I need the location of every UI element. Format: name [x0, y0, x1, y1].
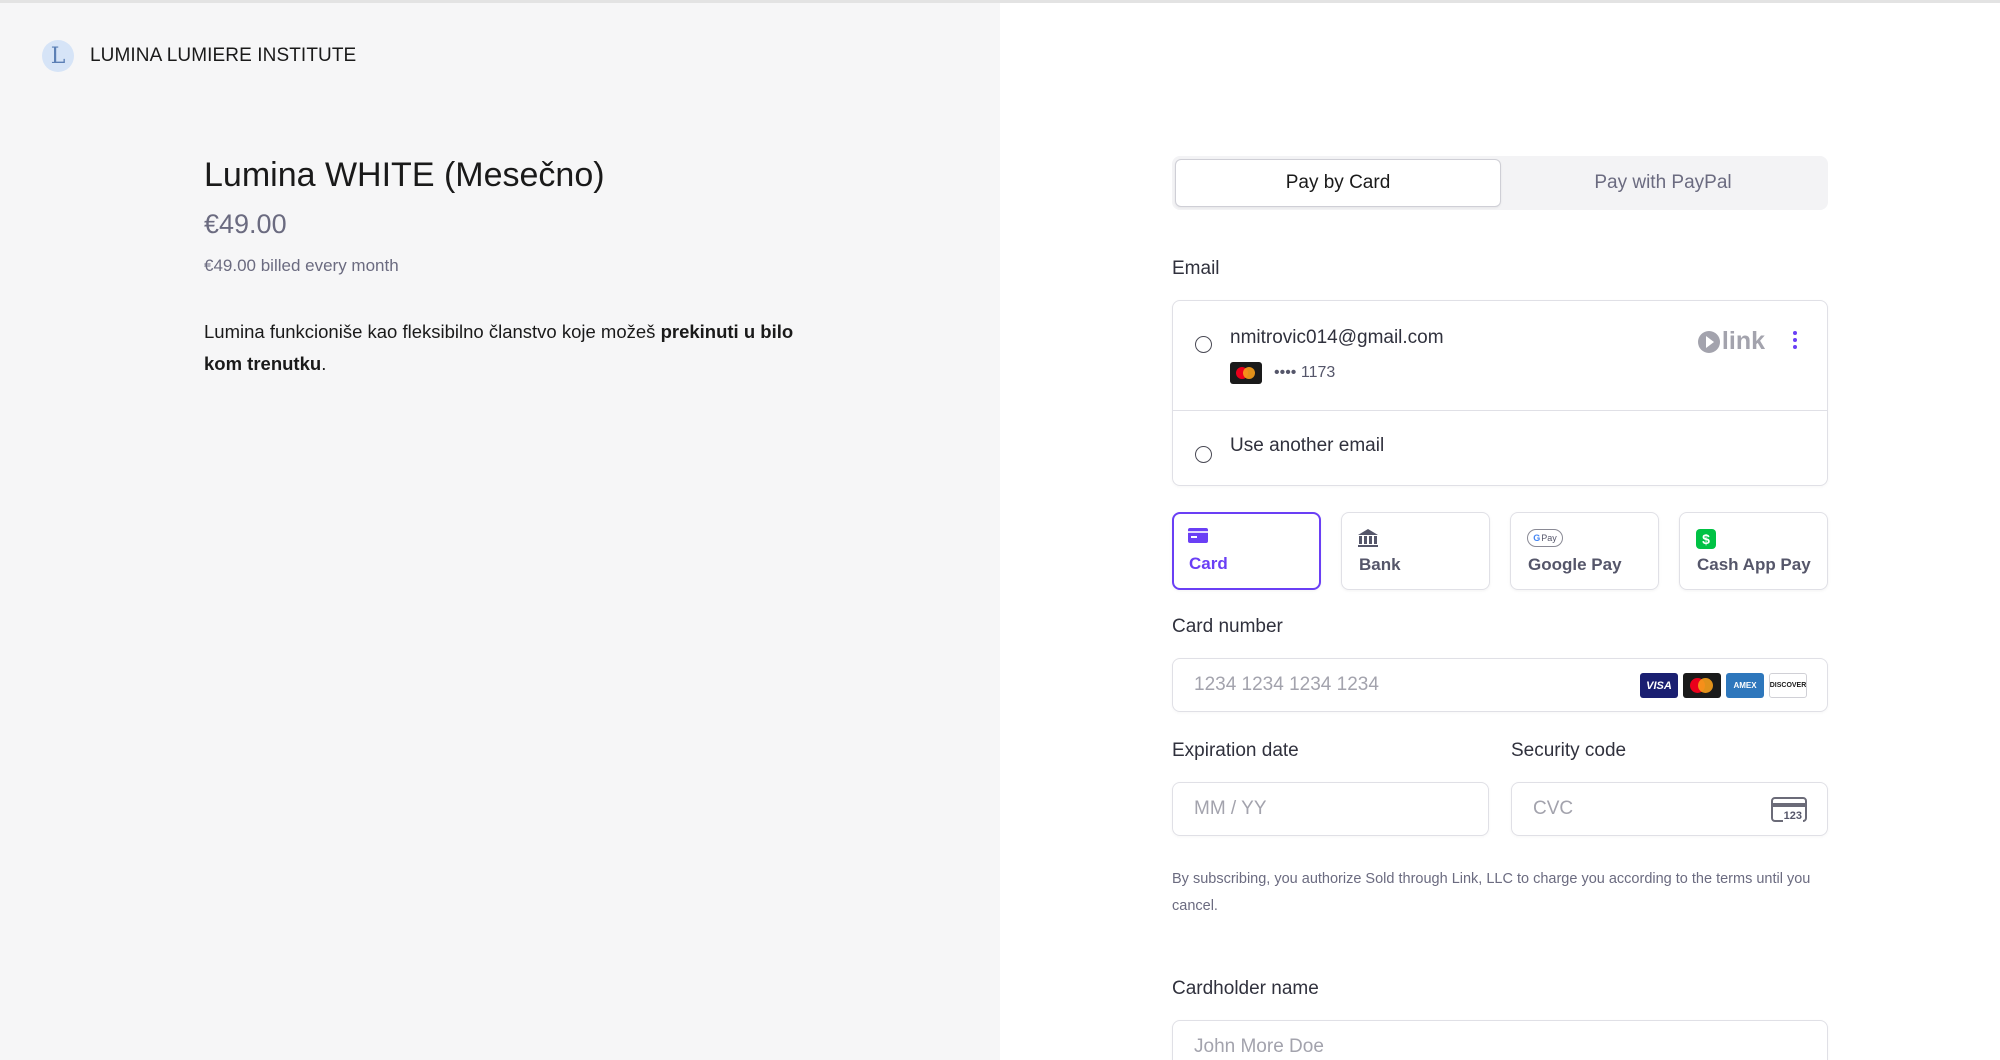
brand-name: LUMINA LUMIERE INSTITUTE — [90, 45, 357, 66]
method-bank[interactable]: Bank — [1341, 512, 1490, 590]
expiry-field — [1172, 782, 1489, 836]
billing-interval: €49.00 billed every month — [204, 256, 399, 275]
tab-pay-with-paypal[interactable]: Pay with PayPal — [1501, 159, 1825, 207]
expiry-column: Expiration date — [1172, 740, 1489, 836]
more-options-icon[interactable] — [1793, 331, 1797, 349]
visa-icon: VISA — [1640, 673, 1678, 698]
payment-form: Pay by Card Pay with PayPal Email nmitro… — [1172, 156, 1828, 1060]
method-bank-label: Bank — [1359, 555, 1401, 574]
payment-panel: Pay by Card Pay with PayPal Email nmitro… — [1000, 0, 2000, 1060]
product-title: Lumina WHITE (Mesečno) — [204, 156, 605, 194]
brand-logo: L — [42, 40, 74, 72]
cardholder-name-field — [1172, 1020, 1828, 1060]
cash-app-icon: $ — [1696, 529, 1716, 549]
method-google-pay-label: Google Pay — [1528, 555, 1622, 574]
link-logo: link — [1697, 327, 1765, 356]
product-description: Lumina funkcioniše kao fleksibilno člans… — [204, 321, 794, 374]
card-brands: VISA AMEX DISCOVER — [1640, 673, 1807, 698]
method-google-pay[interactable]: G Pay Google Pay — [1510, 512, 1659, 590]
mastercard-icon — [1230, 362, 1262, 384]
expiry-cvc-row: Expiration date Security code 123 — [1172, 740, 1828, 836]
card-number-field: VISA AMEX DISCOVER — [1172, 658, 1828, 712]
amex-icon: AMEX — [1726, 673, 1764, 698]
product-price: €49.00 — [204, 209, 287, 239]
cvc-column: Security code 123 — [1511, 740, 1828, 836]
saved-email-option[interactable]: nmitrovic014@gmail.com •••• 1173 link — [1173, 301, 1827, 411]
card-number-label: Card number — [1172, 616, 1283, 637]
google-pay-icon: G Pay — [1527, 529, 1563, 547]
payment-method-tabs: Card Bank G Pay Google Pay $ Cash App Pay — [1172, 512, 1828, 590]
saved-card-number: •••• 1173 — [1274, 364, 1336, 381]
method-card-label: Card — [1189, 554, 1228, 573]
top-divider — [0, 0, 2000, 3]
tab-pay-by-card[interactable]: Pay by Card — [1175, 159, 1501, 207]
cardholder-name-input[interactable] — [1173, 1021, 1827, 1060]
use-another-email-label: Use another email — [1230, 435, 1385, 456]
saved-email-radio[interactable] — [1195, 336, 1212, 353]
saved-card: •••• 1173 — [1230, 362, 1335, 384]
another-email-option[interactable]: Use another email — [1173, 411, 1827, 485]
cvc-label: Security code — [1511, 740, 1627, 761]
card-icon — [1188, 528, 1208, 543]
email-label: Email — [1172, 258, 1220, 279]
cardholder-name-label: Cardholder name — [1172, 978, 1319, 999]
cvc-card-icon: 123 — [1771, 797, 1807, 822]
another-email-radio[interactable] — [1195, 446, 1212, 463]
discover-icon: DISCOVER — [1769, 673, 1807, 698]
order-summary-panel: L LUMINA LUMIERE INSTITUTE Lumina WHITE … — [0, 0, 1000, 1060]
method-cash-app-label: Cash App Pay — [1697, 555, 1811, 574]
mastercard-icon — [1683, 673, 1721, 698]
bank-icon — [1358, 529, 1378, 547]
method-card[interactable]: Card — [1172, 512, 1321, 590]
cvc-field: 123 — [1511, 782, 1828, 836]
subscription-terms: By subscribing, you authorize Sold throu… — [1172, 871, 1811, 914]
method-cash-app-pay[interactable]: $ Cash App Pay — [1679, 512, 1828, 590]
email-options: nmitrovic014@gmail.com •••• 1173 link Us… — [1172, 300, 1828, 486]
brand-header[interactable]: L LUMINA LUMIERE INSTITUTE — [42, 40, 356, 72]
product-summary: Lumina WHITE (Mesečno) €49.00 €49.00 bil… — [204, 156, 824, 380]
pay-method-toggle: Pay by Card Pay with PayPal — [1172, 156, 1828, 210]
link-play-icon — [1697, 330, 1720, 353]
saved-email: nmitrovic014@gmail.com — [1230, 327, 1444, 348]
expiry-label: Expiration date — [1172, 740, 1299, 761]
expiry-input[interactable] — [1173, 783, 1488, 835]
